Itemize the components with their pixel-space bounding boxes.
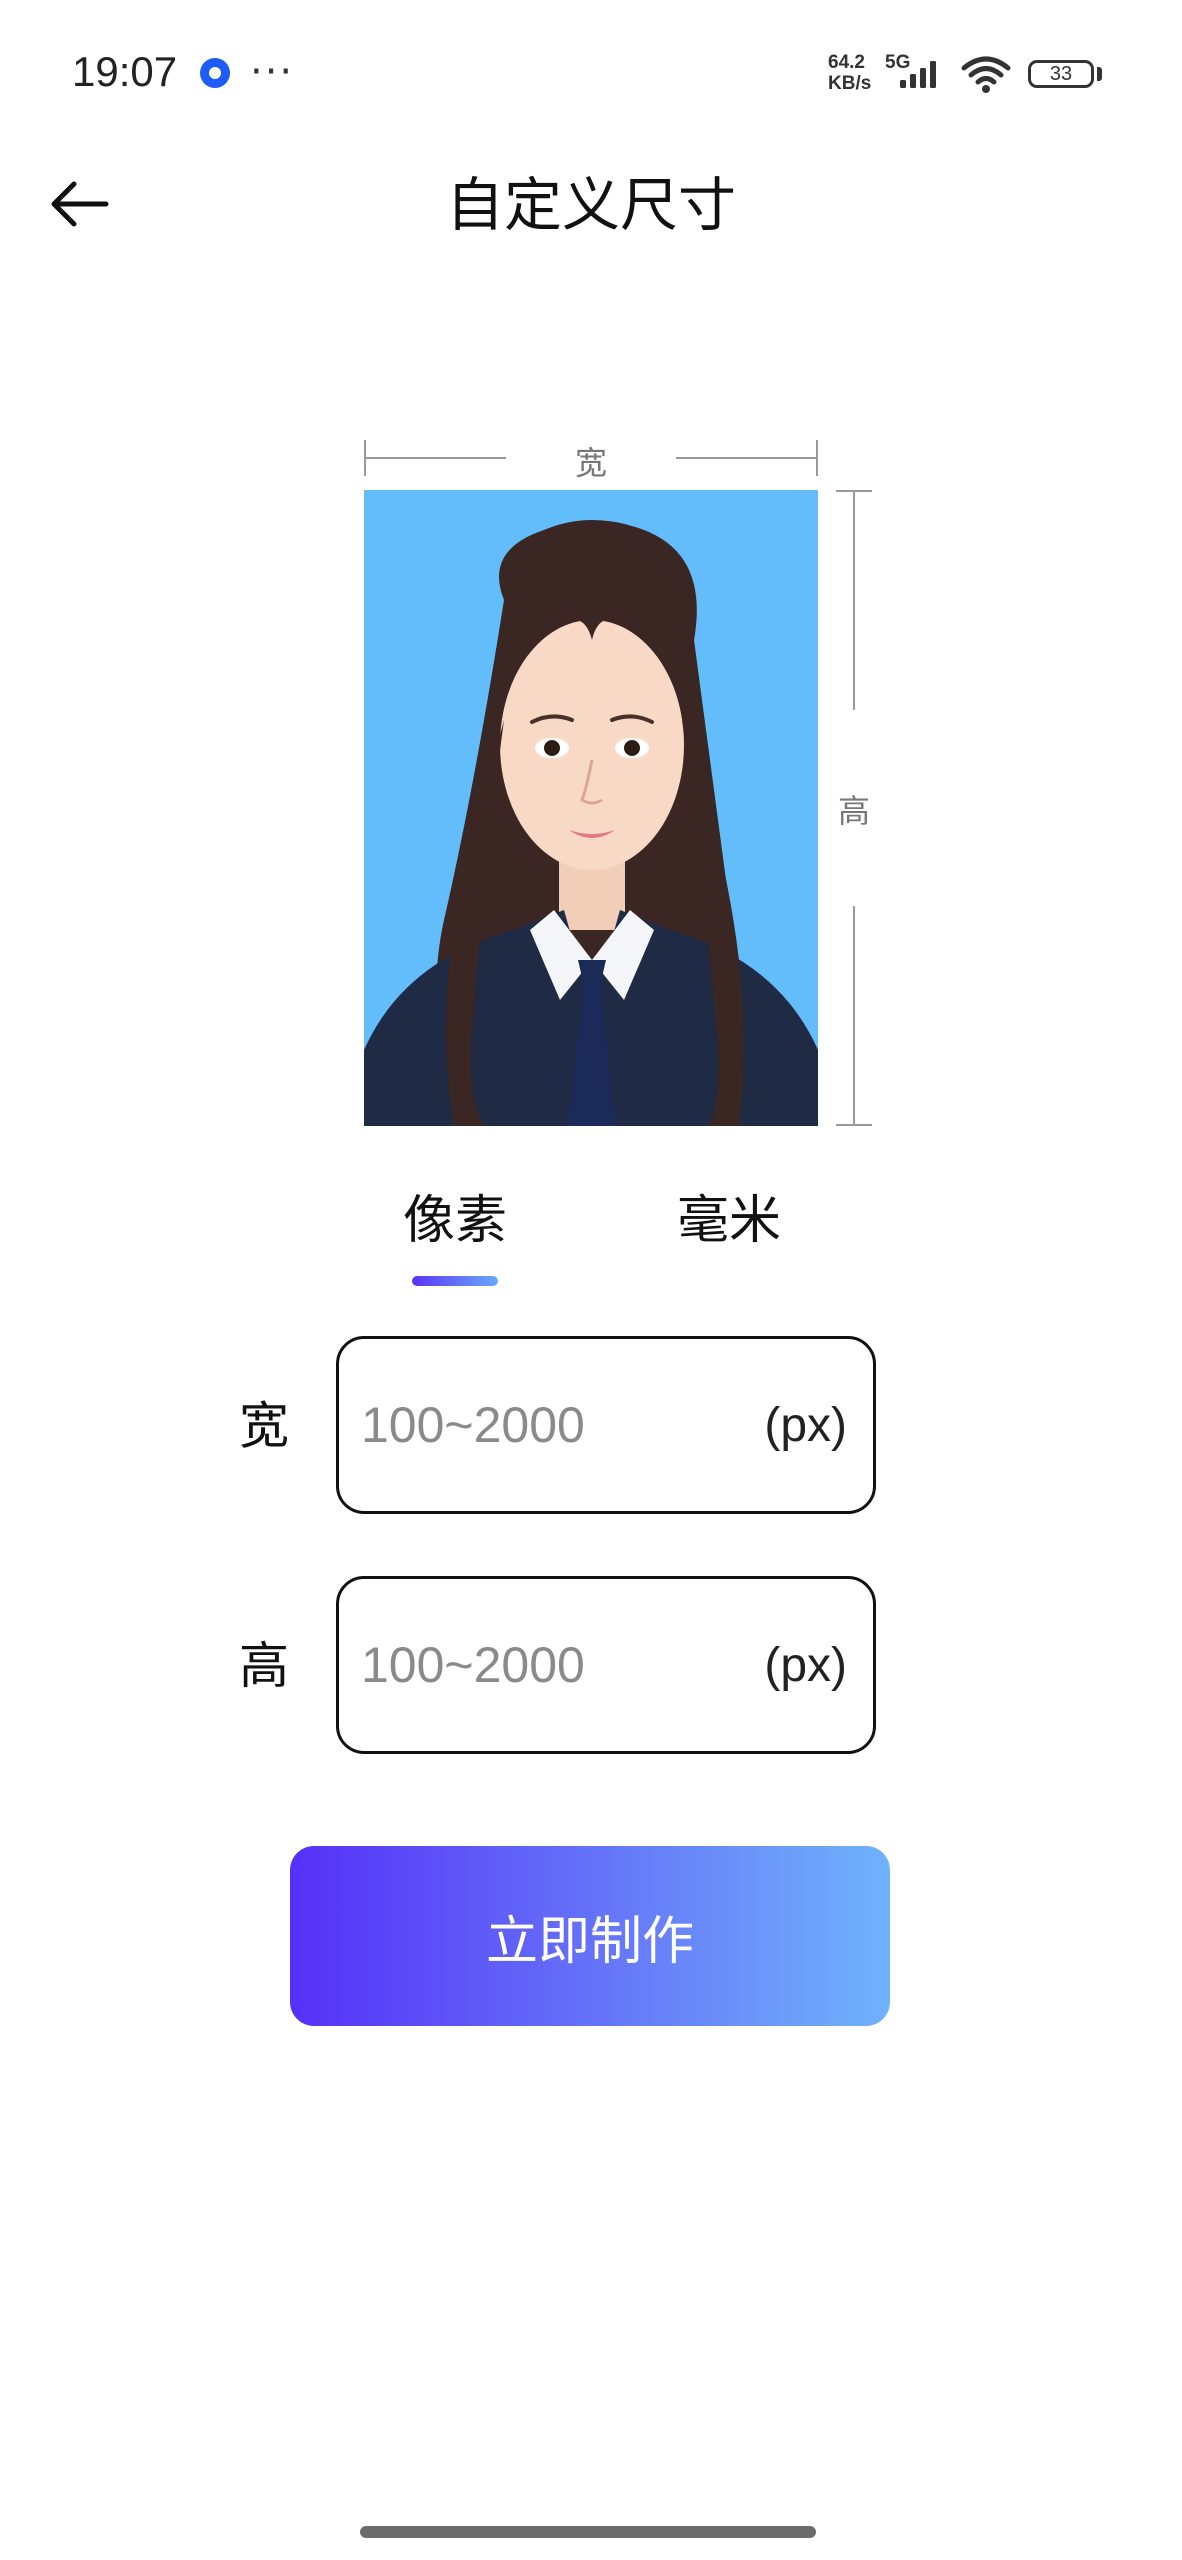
browser-app-icon [200,58,230,88]
dimension-line [853,906,855,1126]
dimension-line [676,457,818,459]
create-now-button[interactable]: 立即制作 [290,1846,890,2026]
height-field[interactable]: (px) [336,1576,876,1754]
width-dimension-label: 宽 [574,444,607,482]
width-input[interactable] [361,1396,701,1454]
active-tab-indicator [412,1276,498,1286]
network-speed-unit: KB/s [828,73,872,94]
width-unit-label: (px) [764,1398,847,1452]
cellular-signal-icon [900,61,936,88]
height-dimension-label: 高 [837,792,870,830]
height-dimension-indicator: 高 [836,490,872,1126]
battery-tip [1097,67,1102,81]
dimension-tick [836,1124,872,1126]
width-dimension-indicator: 宽 [364,440,818,482]
wifi-icon [961,56,1011,93]
tab-pixels[interactable]: 像素 [402,1186,508,1256]
height-field-label: 高 [239,1637,289,1695]
height-input[interactable] [361,1636,701,1694]
page-title: 自定义尺寸 [445,171,736,239]
width-field[interactable]: (px) [336,1336,876,1514]
status-time: 19:07 [72,48,178,95]
home-indicator[interactable] [360,2526,816,2538]
battery-level: 33 [1049,63,1073,85]
sample-id-photo [364,490,818,1126]
portrait-illustration [364,490,818,1126]
width-field-label: 宽 [239,1397,289,1455]
height-unit-label: (px) [764,1638,847,1692]
tab-millimeters[interactable]: 毫米 [676,1186,782,1256]
more-notifications-indicator: ··· [250,49,295,95]
dimension-tick [816,440,818,476]
battery-icon: 33 [1028,60,1094,88]
dimension-line [853,490,855,710]
